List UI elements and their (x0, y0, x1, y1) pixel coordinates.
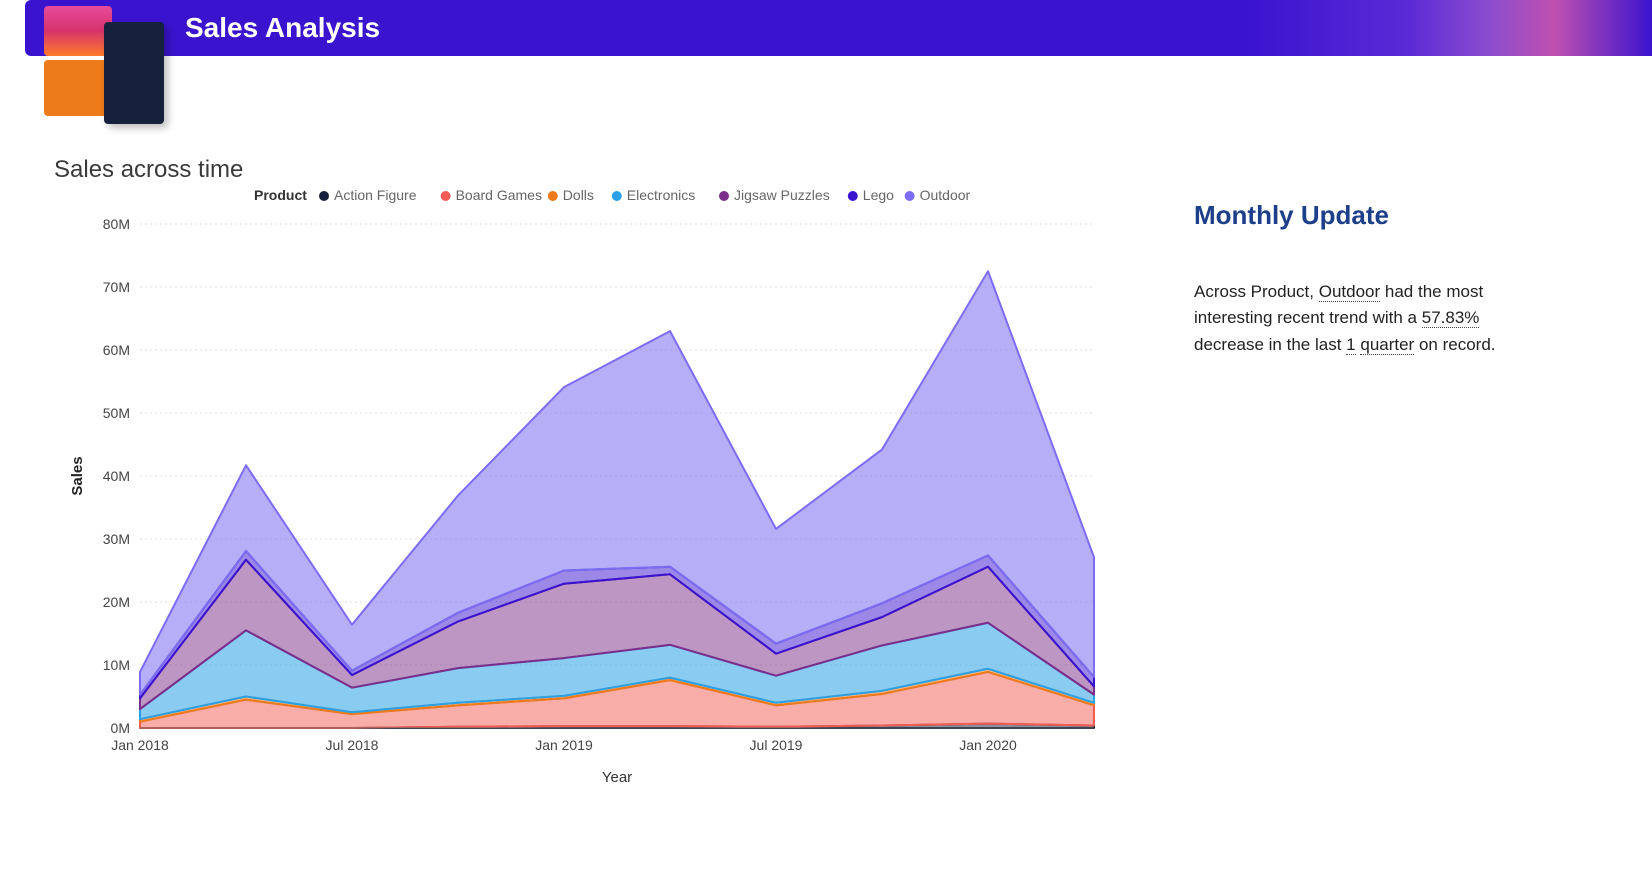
svg-text:Product: Product (254, 187, 307, 203)
insight-t: decrease in the last (1194, 335, 1346, 354)
insight-panel: Monthly Update Across Product, Outdoor h… (1194, 200, 1514, 358)
svg-text:Electronics: Electronics (627, 187, 695, 203)
svg-text:Outdoor: Outdoor (920, 187, 971, 203)
svg-text:40M: 40M (103, 468, 130, 484)
app-header: Sales Analysis (25, 0, 1652, 56)
svg-text:Lego: Lego (863, 187, 894, 203)
svg-text:Jul 2018: Jul 2018 (326, 737, 379, 753)
svg-text:30M: 30M (103, 531, 130, 547)
svg-text:Action Figure: Action Figure (334, 187, 417, 203)
svg-text:Jan 2019: Jan 2019 (535, 737, 593, 753)
logo-block-pink (44, 6, 112, 56)
svg-text:Jan 2020: Jan 2020 (959, 737, 1017, 753)
svg-text:Year: Year (602, 769, 632, 786)
svg-text:60M: 60M (103, 342, 130, 358)
insight-link-pct[interactable]: 57.83% (1422, 308, 1480, 328)
svg-text:Jigsaw Puzzles: Jigsaw Puzzles (734, 187, 830, 203)
svg-text:Sales: Sales (69, 456, 86, 495)
insight-title: Monthly Update (1194, 200, 1514, 231)
insight-link-count[interactable]: 1 (1346, 335, 1355, 355)
page-title: Sales Analysis (185, 12, 380, 44)
svg-text:Board Games: Board Games (456, 187, 542, 203)
svg-text:10M: 10M (103, 657, 130, 673)
insight-link-period[interactable]: quarter (1360, 335, 1414, 355)
svg-text:80M: 80M (103, 216, 130, 232)
insight-t: Across Product, (1194, 282, 1319, 301)
svg-text:Jan 2018: Jan 2018 (111, 737, 169, 753)
chart-title: Sales across time (54, 156, 243, 184)
insight-t: on record. (1414, 335, 1495, 354)
chart[interactable]: 0M 10M 20M 30M 40M 50M 60M 70M 80M Sales Jan 2018 J… (54, 188, 1104, 788)
svg-text:0M: 0M (111, 720, 130, 736)
svg-text:Jul 2019: Jul 2019 (750, 737, 803, 753)
insight-link-outdoor[interactable]: Outdoor (1319, 282, 1380, 302)
logo-block-navy (104, 22, 164, 124)
insight-text: Across Product, Outdoor had the most int… (1194, 279, 1514, 358)
svg-text:70M: 70M (103, 279, 130, 295)
svg-text:50M: 50M (103, 405, 130, 421)
svg-text:20M: 20M (103, 594, 130, 610)
svg-text:Dolls: Dolls (563, 187, 594, 203)
app-logo (44, 6, 184, 126)
logo-block-orange (44, 60, 112, 116)
area-chart-svg: 0M 10M 20M 30M 40M 50M 60M 70M 80M Sales Jan 2018 J… (54, 188, 1104, 788)
